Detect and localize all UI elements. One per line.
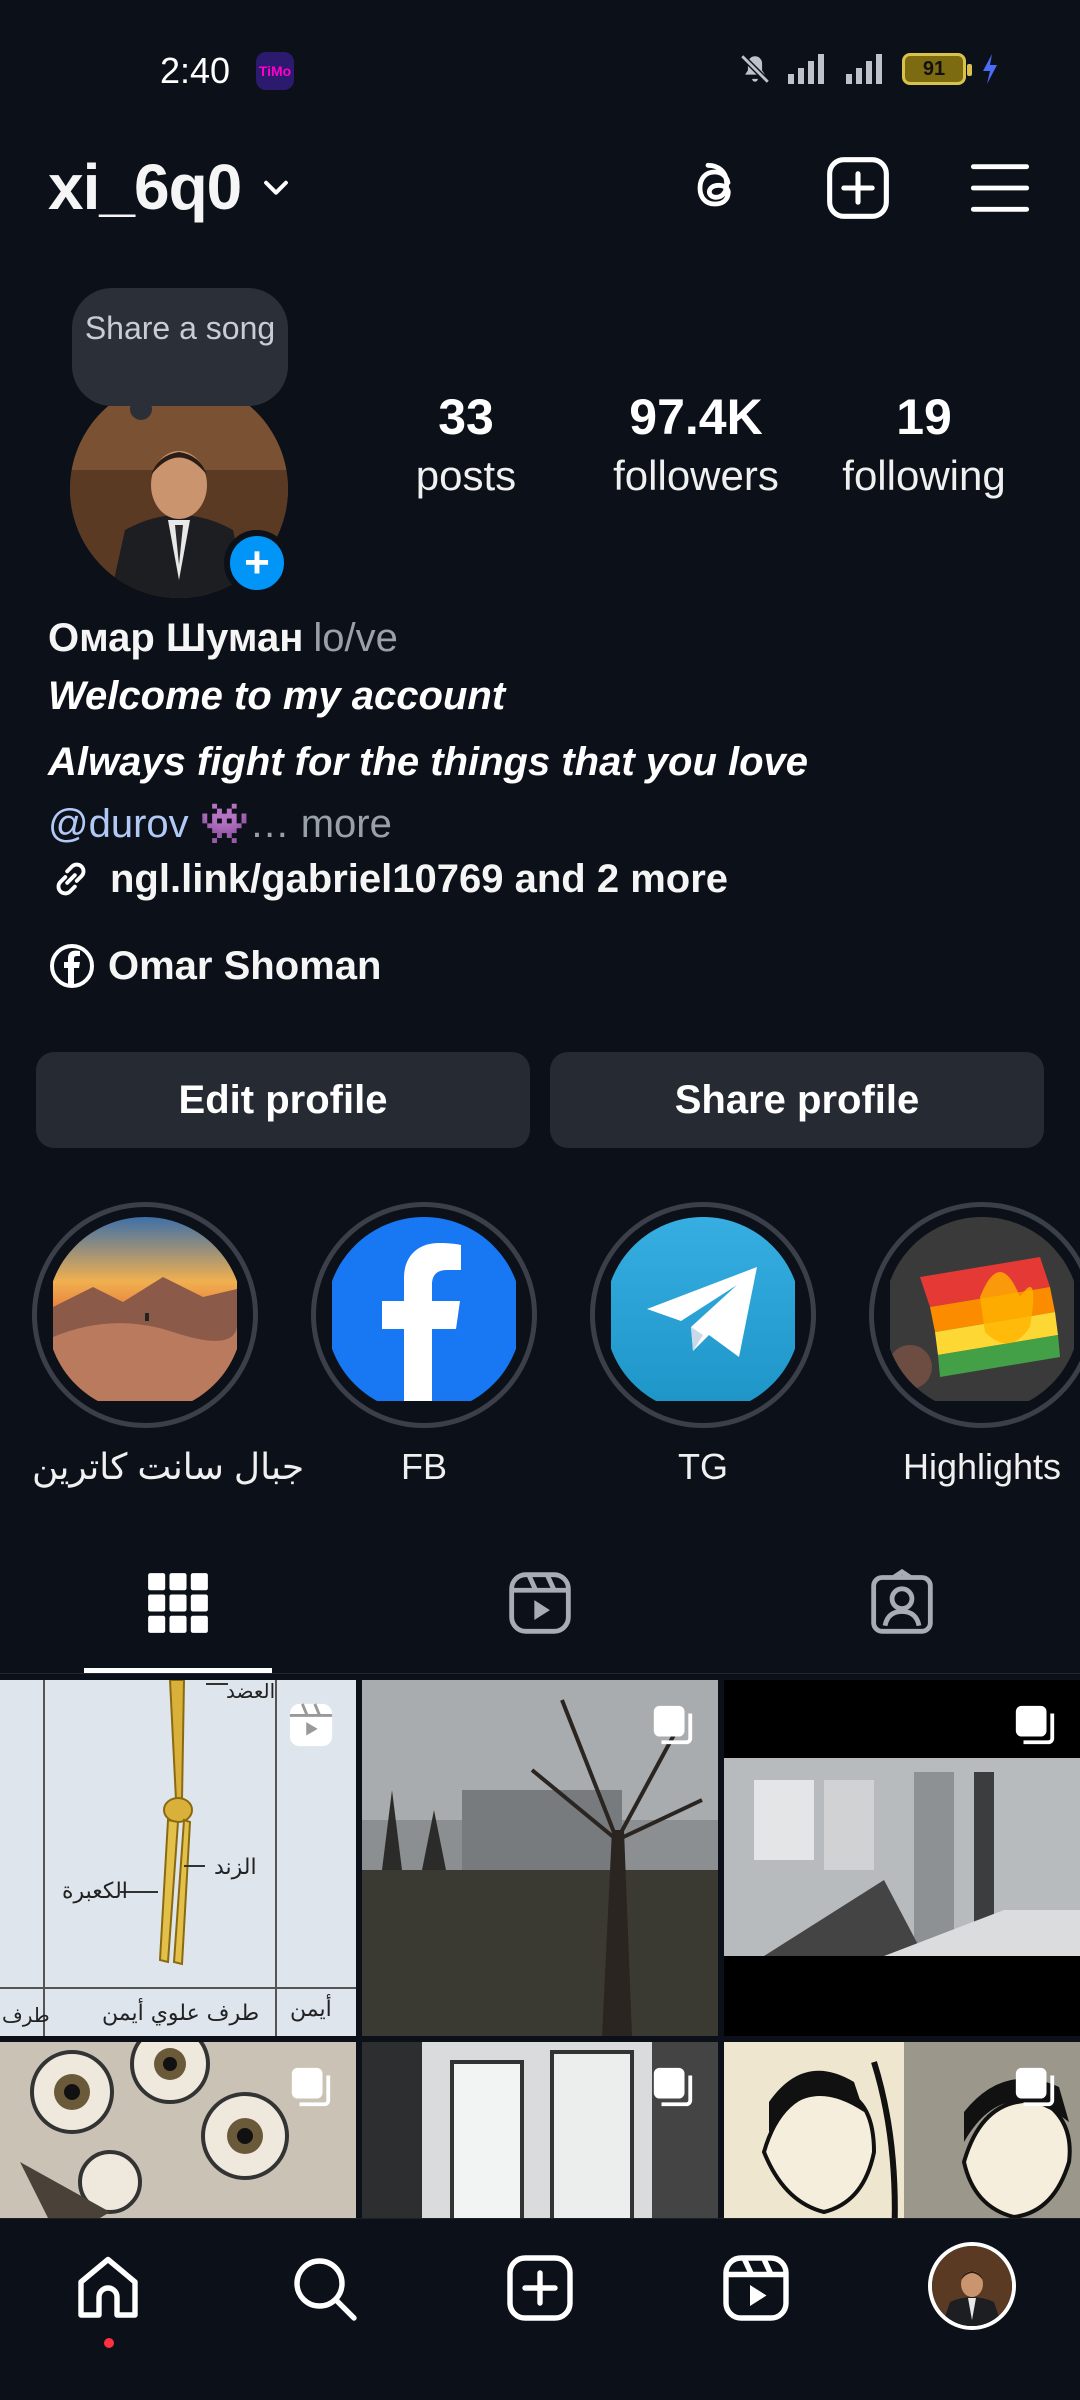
tab-tagged[interactable] — [842, 1562, 962, 1644]
grid-post[interactable] — [362, 1680, 718, 2036]
grid-label: طرف علوي أيمن — [102, 1998, 259, 2026]
facebook-icon — [50, 944, 94, 988]
more-link[interactable]: … more — [250, 802, 392, 846]
posts-count: 33 — [438, 389, 494, 445]
nav-reels[interactable] — [716, 2248, 796, 2328]
carousel-icon — [653, 2067, 693, 2107]
bio-mention-line: @durov 👾… more — [48, 800, 392, 847]
app-notification-icon: TiMo — [256, 52, 294, 90]
add-story-button[interactable]: + — [224, 530, 290, 596]
carousel-icon — [1015, 2067, 1055, 2107]
highlight-item[interactable]: FB — [311, 1202, 537, 1488]
carousel-icon — [1015, 1705, 1055, 1745]
highlight-ring — [869, 1202, 1080, 1428]
facebook-profile-link[interactable]: Omar Shoman — [48, 942, 381, 990]
battery-icon: 91 — [902, 53, 972, 85]
carousel-icon — [291, 2067, 331, 2107]
grid-post[interactable] — [724, 1680, 1080, 2036]
profile-name-line: Омар Шуман lo/ve — [48, 616, 398, 661]
bio-line: Welcome to my account — [48, 674, 506, 718]
charging-icon — [983, 54, 997, 84]
grid-label: أيمن — [290, 1994, 332, 2022]
signal-icon — [788, 54, 824, 84]
tab-reels[interactable] — [480, 1562, 600, 1644]
status-icons: 91 — [738, 52, 1000, 86]
grid-label: العضد — [226, 1680, 275, 1703]
followers-count: 97.4K — [629, 389, 763, 445]
grid-icon — [148, 1573, 208, 1633]
mute-icon — [740, 54, 770, 84]
nav-search[interactable] — [284, 2248, 364, 2328]
alien-emoji: 👾 — [199, 802, 250, 846]
nav-create[interactable] — [500, 2248, 580, 2328]
threads-icon[interactable] — [680, 152, 752, 224]
nav-profile-avatar[interactable] — [928, 2242, 1016, 2330]
telegram-logo-icon — [605, 1217, 801, 1413]
bio-links[interactable]: ngl.link/gabriel10769 and 2 more — [48, 856, 728, 902]
following-label: following — [842, 452, 1006, 499]
highlight-label: TG — [678, 1446, 728, 1487]
followers-stat[interactable]: 97.4K followers — [600, 388, 792, 500]
grid-post[interactable]: العضد الزند الكعبرة طرف علوي أيمن أيمن ط… — [0, 1680, 356, 2036]
highlight-item[interactable]: TG — [590, 1202, 816, 1488]
reel-badge-icon — [289, 1703, 333, 1747]
highlight-ring — [32, 1202, 258, 1428]
search-icon — [294, 2258, 357, 2321]
grid-label: الكعبرة — [62, 1879, 128, 1904]
share-profile-button[interactable]: Share profile — [550, 1052, 1044, 1148]
share-song-note[interactable]: Share a song — [72, 288, 288, 420]
username: xi_6q0 — [48, 151, 242, 223]
highlight-label: جبال سانت كاترين — [32, 1446, 305, 1487]
link-icon — [56, 862, 86, 896]
facebook-logo-icon — [326, 1217, 522, 1413]
nav-home[interactable] — [68, 2248, 148, 2328]
highlight-ring — [311, 1202, 537, 1428]
tagged-icon — [871, 1569, 933, 1634]
reels-icon — [509, 1572, 571, 1634]
bio-line: Always fight for the things that you lov… — [48, 740, 809, 784]
posts-label: posts — [415, 452, 517, 499]
username-switcher[interactable]: xi_6q0 — [48, 150, 293, 224]
followers-label: followers — [613, 452, 779, 499]
profile-name: Омар Шуман — [48, 616, 304, 660]
highlight-cover — [884, 1217, 1080, 1413]
status-time: 2:40 — [160, 50, 231, 91]
facebook-name: Omar Shoman — [108, 943, 382, 988]
menu-icon[interactable] — [964, 152, 1036, 224]
tab-posts-grid[interactable] — [118, 1562, 238, 1644]
grid-label: الزند — [214, 1855, 257, 1880]
following-stat[interactable]: 19 following — [834, 388, 1014, 500]
highlight-label: FB — [400, 1446, 447, 1487]
following-count: 19 — [896, 389, 952, 445]
home-icon — [78, 2256, 138, 2318]
add-post-icon[interactable] — [822, 152, 894, 224]
posts-stat[interactable]: 33 posts — [396, 388, 536, 500]
link-text: ngl.link/gabriel10769 and 2 more — [110, 856, 729, 901]
mention-link[interactable]: @durov — [48, 802, 189, 846]
highlight-item[interactable]: جبال سانت كاترين — [32, 1202, 305, 1488]
highlight-ring — [590, 1202, 816, 1428]
chevron-down-icon — [264, 180, 289, 195]
notification-dot — [104, 2338, 114, 2348]
create-icon — [507, 2255, 573, 2321]
highlight-item[interactable]: Highlights — [869, 1202, 1080, 1488]
signal-icon — [846, 54, 882, 84]
carousel-icon — [653, 1705, 693, 1745]
tab-divider — [0, 1673, 1080, 1674]
reels-icon — [723, 2255, 789, 2321]
highlight-cover — [47, 1217, 243, 1413]
highlight-label: Highlights — [902, 1446, 1062, 1487]
grid-label: طرف — [2, 2003, 50, 2027]
edit-profile-button[interactable]: Edit profile — [36, 1052, 530, 1148]
pronouns: lo/ve — [313, 616, 398, 660]
